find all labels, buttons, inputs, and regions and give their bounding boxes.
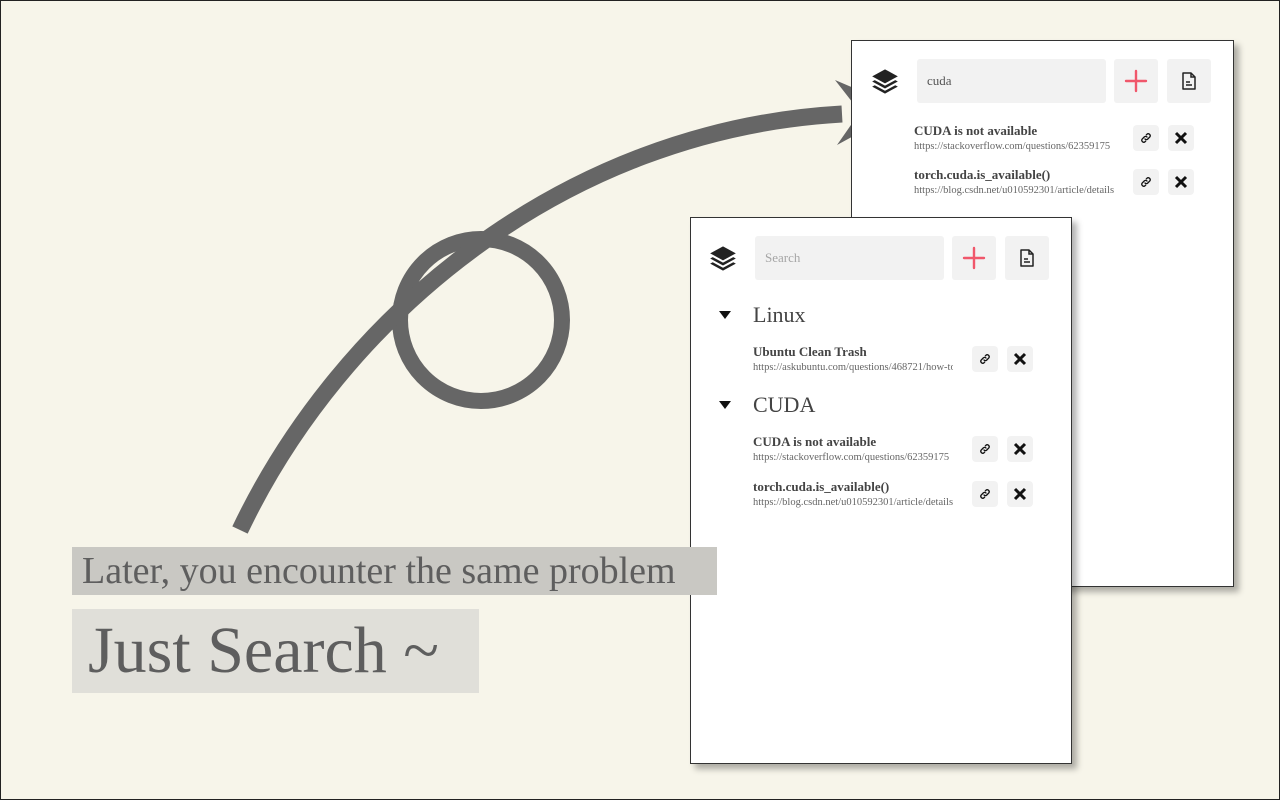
item-title: Ubuntu Clean Trash [753,344,867,359]
item-url: https://blog.csdn.net/u010592301/article… [914,185,1114,196]
open-link-button[interactable] [1133,169,1159,195]
group-title: CUDA [753,392,816,417]
document-icon [1182,72,1196,90]
item-title: CUDA is not available [914,123,1038,138]
item-title: torch.cuda.is_available() [914,167,1051,182]
search-input[interactable] [917,59,1106,103]
add-button[interactable] [952,236,996,280]
link-icon [980,354,990,364]
open-link-button[interactable] [972,346,998,372]
item-title: torch.cuda.is_available() [753,479,890,494]
notes-button[interactable] [1005,236,1049,280]
group-header-linux[interactable]: Linux [719,300,806,330]
list-item[interactable]: CUDA is not available https://stackoverf… [914,123,1114,154]
delete-button[interactable] [1168,169,1194,195]
item-url: https://stackoverflow.com/questions/6235… [753,452,950,463]
notes-button[interactable] [1167,59,1211,103]
list-item[interactable]: torch.cuda.is_available() https://blog.c… [914,167,1114,198]
open-link-button[interactable] [972,481,998,507]
caption-later: Later, you encounter the same problem [72,547,717,595]
link-icon [1141,177,1151,187]
document-icon [1020,249,1034,267]
caption-just-search: Just Search ~ [72,609,479,693]
link-icon [980,489,990,499]
plus-icon [1124,69,1148,93]
search-input[interactable] [755,236,944,280]
item-url: https://stackoverflow.com/questions/6235… [914,141,1111,152]
layers-icon [872,69,898,94]
delete-button[interactable] [1007,436,1033,462]
add-button[interactable] [1114,59,1158,103]
delete-button[interactable] [1007,481,1033,507]
bookmark-panel: Linux Ubuntu Clean Trash https://askubun… [690,217,1072,764]
link-icon [1141,133,1151,143]
caret-down-icon[interactable] [719,311,731,319]
delete-button[interactable] [1007,346,1033,372]
close-icon [1174,131,1188,145]
delete-button[interactable] [1168,125,1194,151]
list-item[interactable]: CUDA is not available https://stackoverf… [753,434,953,465]
link-icon [980,444,990,454]
item-url: https://askubuntu.com/questions/468721/h… [753,362,953,373]
list-item[interactable]: Ubuntu Clean Trash https://askubuntu.com… [753,344,953,375]
item-url: https://blog.csdn.net/u010592301/article… [753,497,953,508]
open-link-button[interactable] [972,436,998,462]
layers-icon [710,246,736,271]
close-icon [1013,352,1027,366]
close-icon [1013,442,1027,456]
item-title: CUDA is not available [753,434,877,449]
close-icon [1013,487,1027,501]
group-title: Linux [753,302,806,327]
close-icon [1174,175,1188,189]
group-header-cuda[interactable]: CUDA [719,390,815,420]
plus-icon [962,246,986,270]
caret-down-icon[interactable] [719,401,731,409]
open-link-button[interactable] [1133,125,1159,151]
list-item[interactable]: torch.cuda.is_available() https://blog.c… [753,479,953,510]
